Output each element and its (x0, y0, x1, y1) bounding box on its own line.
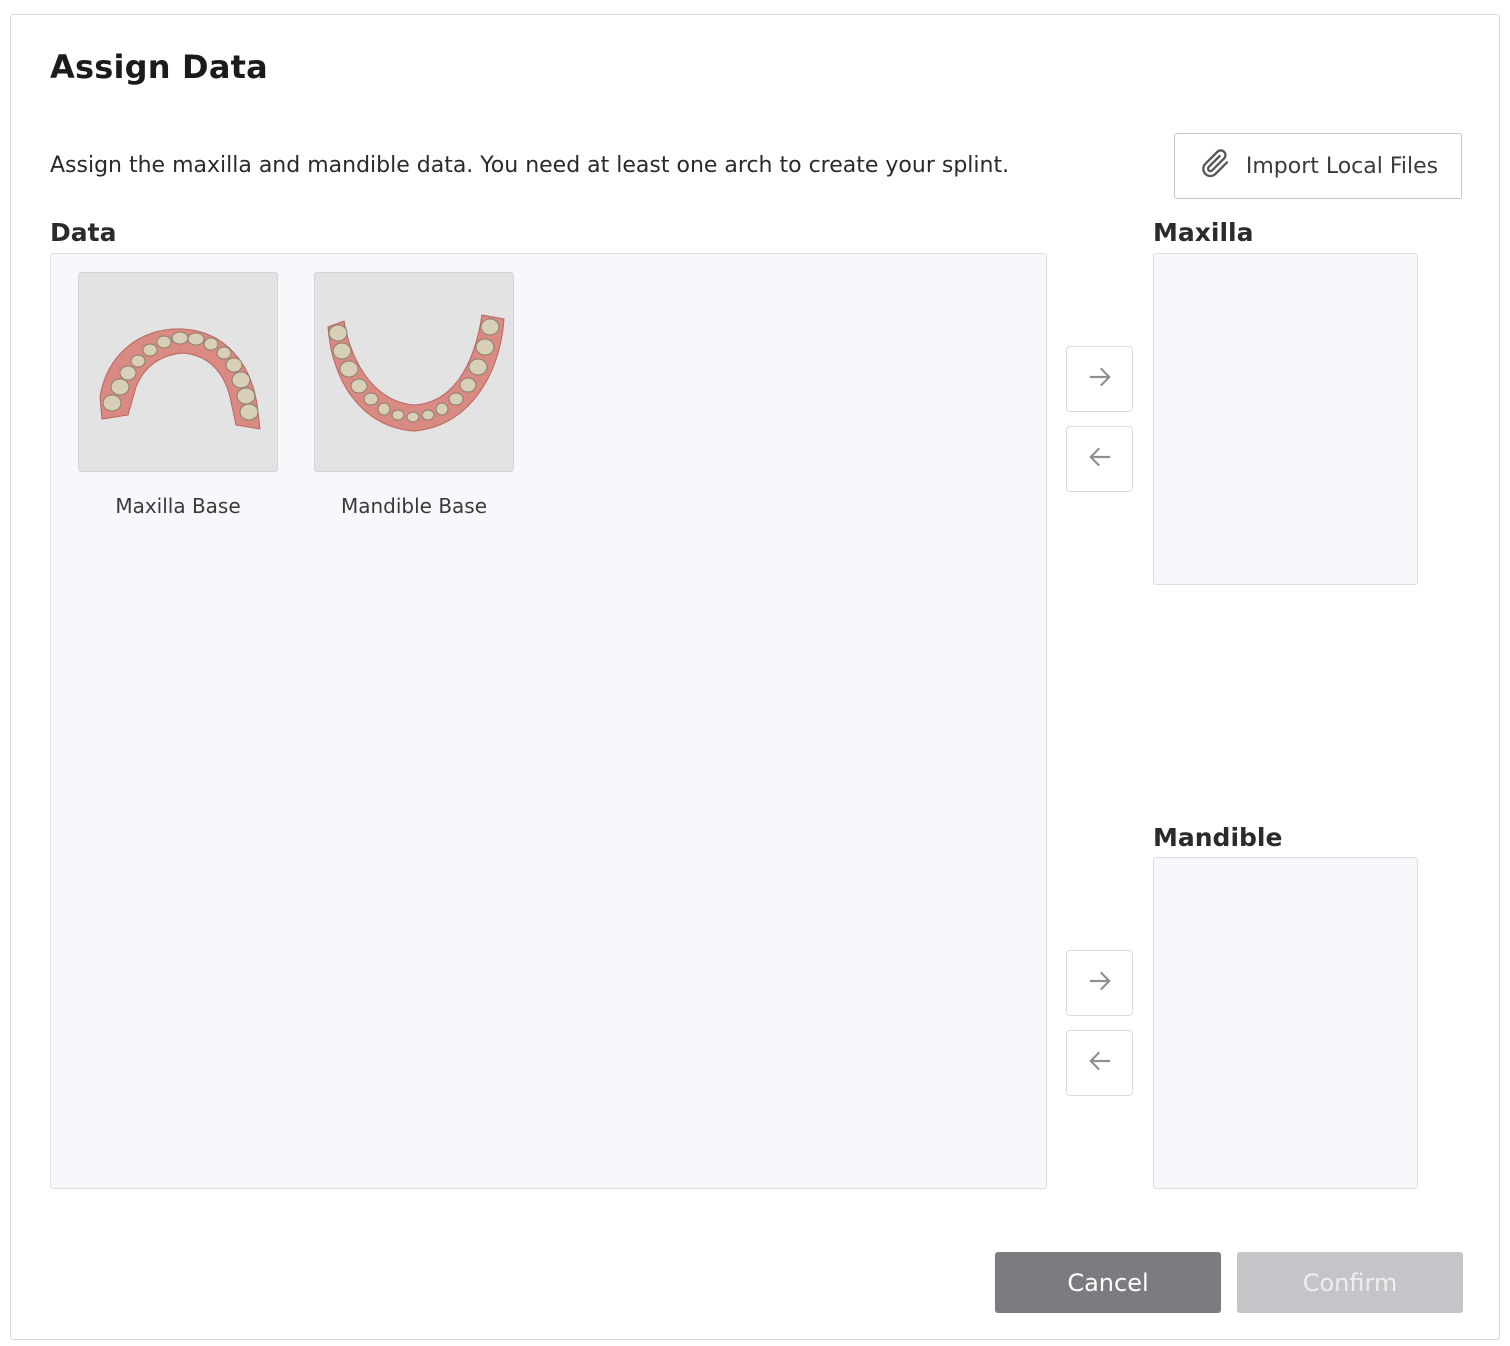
paperclip-icon (1198, 146, 1232, 186)
data-list-panel: Maxilla Base Mandible Base (50, 253, 1047, 1189)
assign-to-mandible-button[interactable] (1066, 950, 1133, 1016)
maxilla-drop-panel[interactable] (1153, 253, 1418, 585)
remove-from-mandible-button[interactable] (1066, 1030, 1133, 1096)
data-item-maxilla-base[interactable]: Maxilla Base (78, 272, 278, 518)
data-item-mandible-base[interactable]: Mandible Base (314, 272, 514, 518)
import-local-files-button[interactable]: Import Local Files (1174, 133, 1462, 199)
maxilla-scan-thumbnail (78, 272, 278, 472)
mandible-section-label: Mandible (1153, 823, 1283, 852)
arrow-left-icon (1084, 1045, 1116, 1081)
cancel-button[interactable]: Cancel (995, 1252, 1221, 1313)
assign-data-dialog: Assign Data Assign the maxilla and mandi… (10, 14, 1500, 1340)
maxilla-section-label: Maxilla (1153, 218, 1254, 247)
dialog-title: Assign Data (50, 48, 268, 86)
arrow-right-icon (1084, 965, 1116, 1001)
arrow-right-icon (1084, 361, 1116, 397)
data-section-label: Data (50, 218, 117, 247)
assign-to-maxilla-button[interactable] (1066, 346, 1133, 412)
dialog-description: Assign the maxilla and mandible data. Yo… (50, 153, 1010, 178)
mandible-drop-panel[interactable] (1153, 857, 1418, 1189)
confirm-button[interactable]: Confirm (1237, 1252, 1463, 1313)
mandible-scan-thumbnail (314, 272, 514, 472)
import-local-files-label: Import Local Files (1245, 153, 1439, 179)
remove-from-maxilla-button[interactable] (1066, 426, 1133, 492)
arrow-left-icon (1084, 441, 1116, 477)
data-item-label: Mandible Base (340, 494, 488, 518)
data-item-label: Maxilla Base (115, 494, 241, 518)
